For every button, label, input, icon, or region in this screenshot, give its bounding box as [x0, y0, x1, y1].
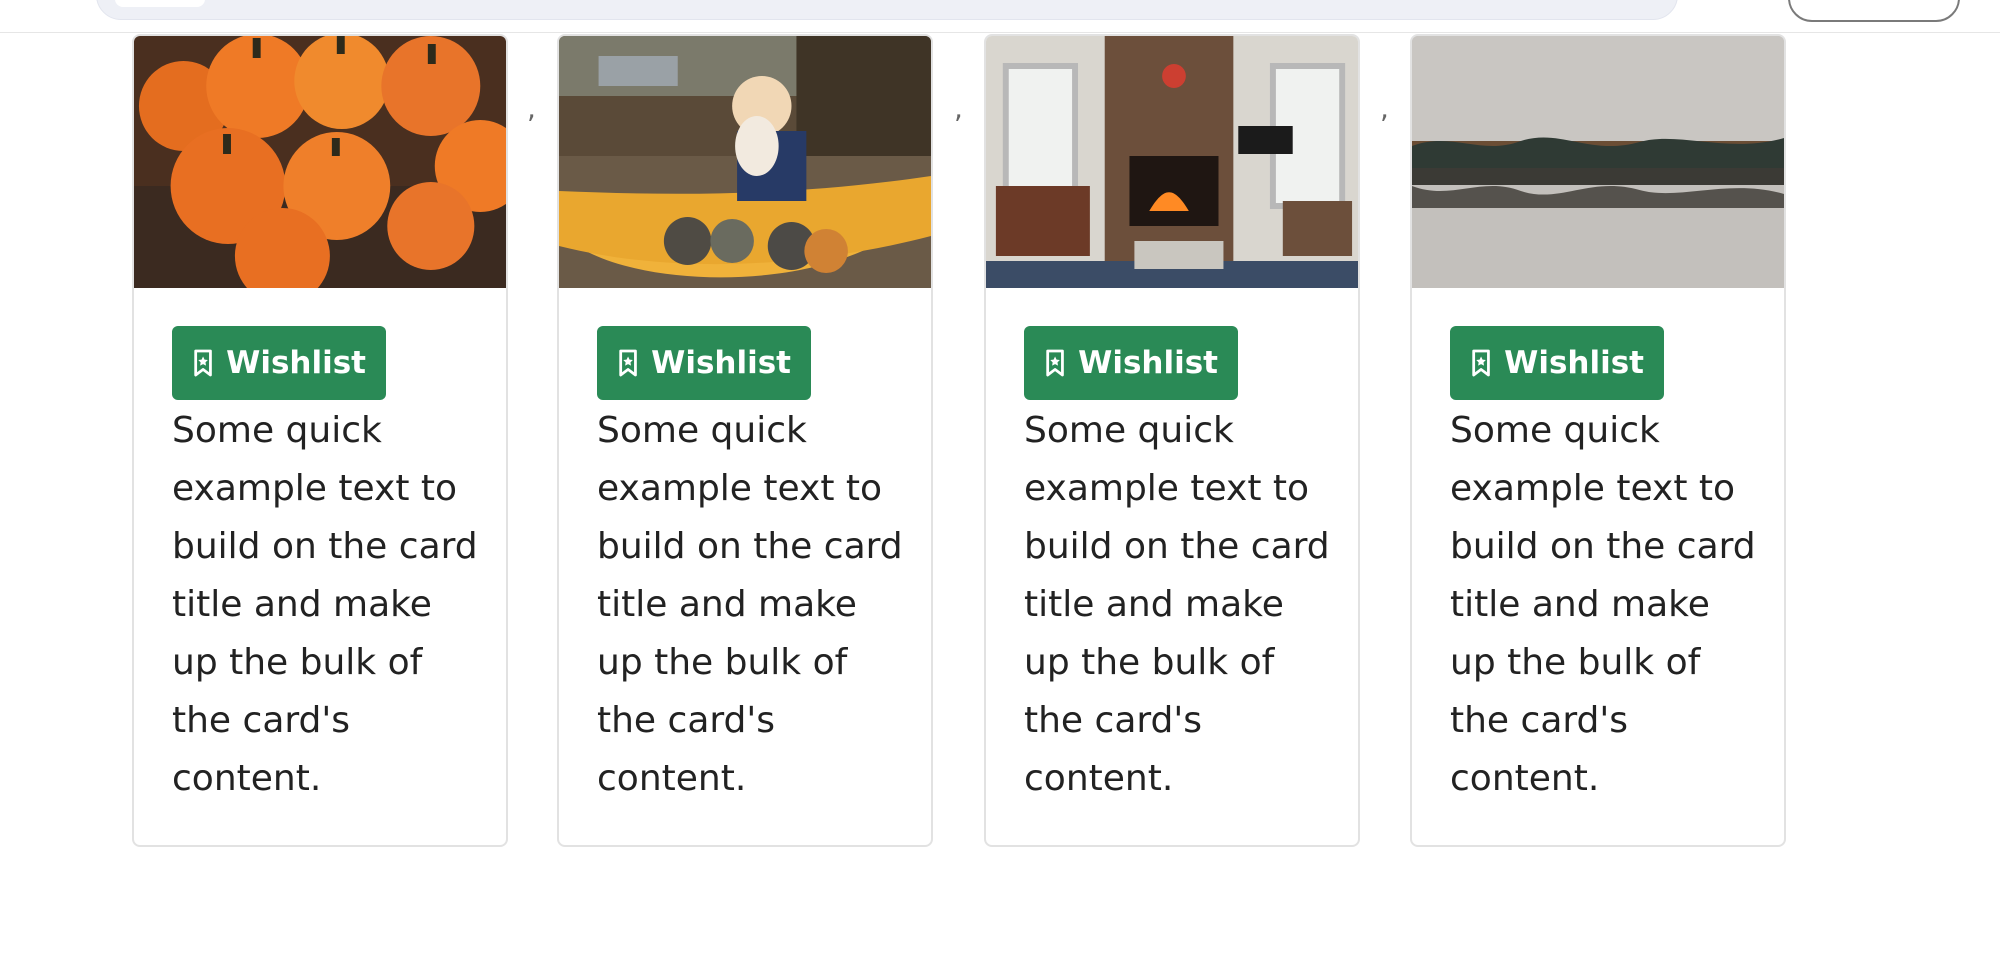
search-chip[interactable]	[115, 0, 205, 7]
wishlist-button[interactable]: Wishlist	[597, 326, 811, 400]
card-image-child-wheelbarrow	[559, 36, 931, 288]
card-text: Some quick example text to build on the …	[1450, 410, 1756, 799]
wishlist-button-label: Wishlist	[226, 345, 366, 381]
bookmark-icon	[619, 349, 637, 377]
card-image-fireplace	[986, 36, 1358, 288]
card-fireplace: Wishlist Some quick example text to buil…	[984, 34, 1360, 847]
card-text: Some quick example text to build on the …	[172, 410, 478, 799]
bookmark-icon	[1472, 349, 1490, 377]
top-bar	[0, 0, 2000, 33]
separator: ,	[527, 92, 536, 125]
card-pumpkins: Wishlist Some quick example text to buil…	[132, 34, 508, 847]
card-lake: Wishlist Some quick example text to buil…	[1410, 34, 1786, 847]
card-text: Some quick example text to build on the …	[1024, 410, 1330, 799]
wishlist-button-label: Wishlist	[1078, 345, 1218, 381]
search-input[interactable]	[96, 0, 1678, 20]
card-text: Some quick example text to build on the …	[597, 410, 903, 799]
card-image-lake	[1412, 36, 1784, 288]
separator: ,	[954, 92, 963, 125]
bookmark-icon	[1046, 349, 1064, 377]
separator: ,	[1380, 92, 1389, 125]
bookmark-icon	[194, 349, 212, 377]
wishlist-button-label: Wishlist	[1504, 345, 1644, 381]
wishlist-button[interactable]: Wishlist	[1024, 326, 1238, 400]
card-image-pumpkins	[134, 36, 506, 288]
card-wheelbarrow: Wishlist Some quick example text to buil…	[557, 34, 933, 847]
card-grid: Wishlist Some quick example text to buil…	[132, 34, 1992, 854]
wishlist-button[interactable]: Wishlist	[172, 326, 386, 400]
top-right-button[interactable]	[1788, 0, 1960, 22]
wishlist-button[interactable]: Wishlist	[1450, 326, 1664, 400]
wishlist-button-label: Wishlist	[651, 345, 791, 381]
